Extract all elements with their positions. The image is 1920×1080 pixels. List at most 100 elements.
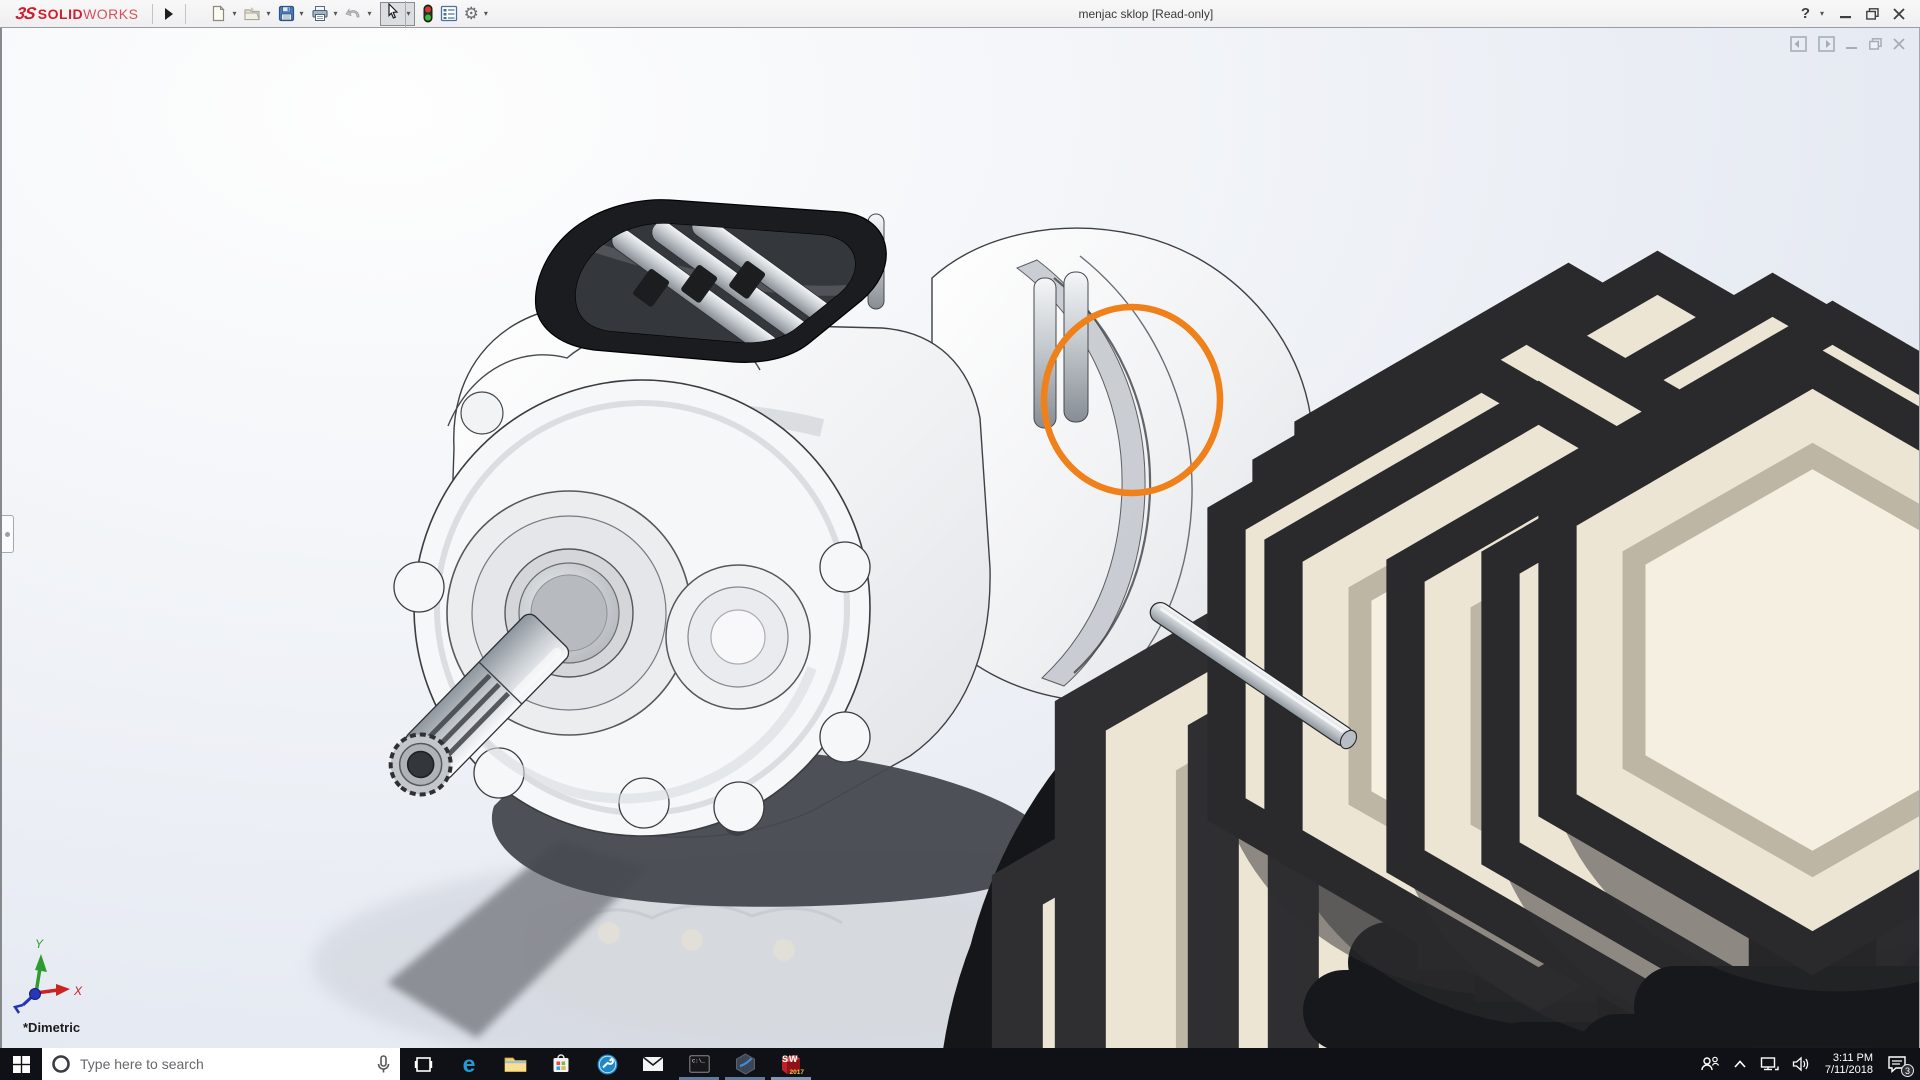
doc-close-button[interactable] [1893, 38, 1905, 50]
edge-icon: e [463, 1051, 476, 1078]
quick-access-toolbar: ▾ ▾ ▾ [208, 2, 490, 26]
microphone-icon[interactable] [376, 1055, 391, 1074]
sw-year: 2017 [790, 1069, 804, 1076]
task-view-icon [414, 1055, 433, 1074]
stoplight-button[interactable] [420, 2, 436, 26]
solidworks-2017-icon: SW 2017 [780, 1053, 802, 1075]
doc-restore-button[interactable] [1869, 38, 1882, 50]
document-title: menjac sklop [Read-only] [491, 7, 1801, 21]
pane-collapse-left-button[interactable] [1790, 36, 1807, 52]
command-prompt-icon: C:\_ [689, 1055, 710, 1073]
open-folder-icon [243, 5, 261, 22]
clock-time: 3:11 PM [1825, 1052, 1873, 1064]
people-icon [1700, 1056, 1720, 1072]
taskbar-clock[interactable]: 3:11 PM 7/11/2018 [1821, 1052, 1877, 1076]
options-button[interactable]: ⚙ [462, 2, 481, 26]
dropdown-arrow-icon[interactable]: ▾ [484, 9, 488, 18]
windows-logo-icon [13, 1056, 30, 1073]
speaker-icon [1792, 1056, 1811, 1072]
graphics-viewport[interactable]: Y X *Dimetric [0, 28, 1920, 1048]
dropdown-arrow-icon[interactable]: ▾ [266, 9, 270, 18]
volume-button[interactable] [1789, 1048, 1814, 1080]
clock-date: 7/11/2018 [1825, 1064, 1873, 1076]
dropdown-arrow-icon[interactable]: ▾ [232, 9, 236, 18]
taskbar-app-command-prompt[interactable]: C:\_ [676, 1048, 722, 1080]
stoplight-icon [422, 4, 434, 23]
hexagon-app-icon [735, 1053, 756, 1075]
file-explorer-icon [504, 1055, 527, 1074]
cmd-prompt-text: C:\_ [692, 1058, 706, 1065]
taskbar-app-mail[interactable] [630, 1048, 676, 1080]
brand-solid-text: SOLID [38, 6, 83, 22]
view-orientation-label: *Dimetric [23, 1020, 80, 1035]
new-document-button[interactable] [208, 2, 229, 26]
cortana-icon [51, 1054, 71, 1074]
network-button[interactable] [1757, 1048, 1782, 1080]
brand-mark-3s: 3S [14, 4, 37, 24]
dropdown-arrow-icon[interactable]: ▾ [407, 9, 411, 18]
close-icon [1893, 8, 1905, 20]
taskbar-app-settings-tool[interactable] [584, 1048, 630, 1080]
wrench-circle-icon [597, 1054, 618, 1075]
undo-button[interactable] [343, 2, 365, 26]
side-panel-tab[interactable] [2, 515, 14, 553]
separator [152, 4, 153, 24]
help-button[interactable]: ? [1801, 5, 1810, 22]
save-floppy-icon [278, 5, 295, 22]
print-icon [311, 5, 329, 22]
show-hidden-icons-button[interactable] [1730, 1048, 1750, 1080]
windows-taskbar: Type here to search e [0, 1048, 1920, 1080]
taskbar-app-solidworks[interactable]: SW 2017 [768, 1048, 814, 1080]
select-tool-button[interactable] [381, 1, 406, 27]
menu-flyout-arrow-icon[interactable] [165, 8, 173, 20]
model-gasket-bolts [1214, 273, 1919, 1048]
solidworks-logo: 3S SOLID WORKS [0, 4, 148, 24]
gearbox-3d-model[interactable] [2, 28, 1919, 1048]
action-center-button[interactable]: 3 [1884, 1048, 1910, 1080]
taskbar-app-hex-cad[interactable] [722, 1048, 768, 1080]
taskbar-app-store[interactable] [538, 1048, 584, 1080]
display-pane-icon [440, 5, 458, 22]
dropdown-arrow-icon[interactable]: ▾ [300, 9, 304, 18]
display-pane-button[interactable] [438, 2, 460, 26]
titlebar: 3S SOLID WORKS ▾ ▾ [0, 0, 1920, 28]
triad-x-label: X [73, 984, 83, 998]
undo-arrow-icon [345, 5, 363, 22]
search-placeholder-text: Type here to search [80, 1056, 367, 1072]
document-window-controls [1790, 36, 1905, 52]
dropdown-arrow-icon[interactable]: ▾ [368, 9, 372, 18]
dropdown-arrow-icon[interactable]: ▾ [334, 9, 338, 18]
mail-icon [642, 1055, 664, 1073]
start-button[interactable] [0, 1048, 42, 1080]
pane-expand-right-button[interactable] [1818, 36, 1835, 52]
close-button[interactable] [1890, 5, 1908, 23]
separator [185, 4, 186, 24]
new-document-icon [210, 5, 227, 22]
minimize-icon [1840, 8, 1851, 19]
select-cursor-icon [385, 3, 401, 20]
people-button[interactable] [1697, 1048, 1723, 1080]
save-button[interactable] [276, 2, 297, 26]
open-button[interactable] [241, 2, 263, 26]
side-panel-tab-dot [5, 532, 10, 537]
select-tool-group: ▾ [380, 2, 415, 26]
notification-badge: 3 [1901, 1064, 1914, 1077]
system-tray: 3:11 PM 7/11/2018 3 [1697, 1048, 1920, 1080]
task-view-button[interactable] [400, 1048, 446, 1080]
triad-y-label: Y [35, 937, 44, 951]
restore-button[interactable] [1863, 5, 1881, 23]
store-icon [551, 1054, 571, 1074]
solidworks-app-window: 3S SOLID WORKS ▾ ▾ [0, 0, 1920, 1080]
sw-letters: SW [782, 1054, 799, 1064]
doc-minimize-button[interactable] [1846, 38, 1858, 50]
chevron-up-icon [1733, 1059, 1747, 1069]
minimize-button[interactable] [1836, 5, 1854, 23]
taskbar-app-file-explorer[interactable] [492, 1048, 538, 1080]
taskbar-app-edge[interactable]: e [446, 1048, 492, 1080]
restore-icon [1866, 8, 1879, 20]
gear-icon: ⚙ [464, 4, 479, 24]
brand-works-text: WORKS [83, 6, 138, 22]
taskbar-search-input[interactable]: Type here to search [42, 1048, 400, 1080]
help-dropdown-icon[interactable]: ▾ [1820, 9, 1824, 18]
print-button[interactable] [309, 2, 331, 26]
